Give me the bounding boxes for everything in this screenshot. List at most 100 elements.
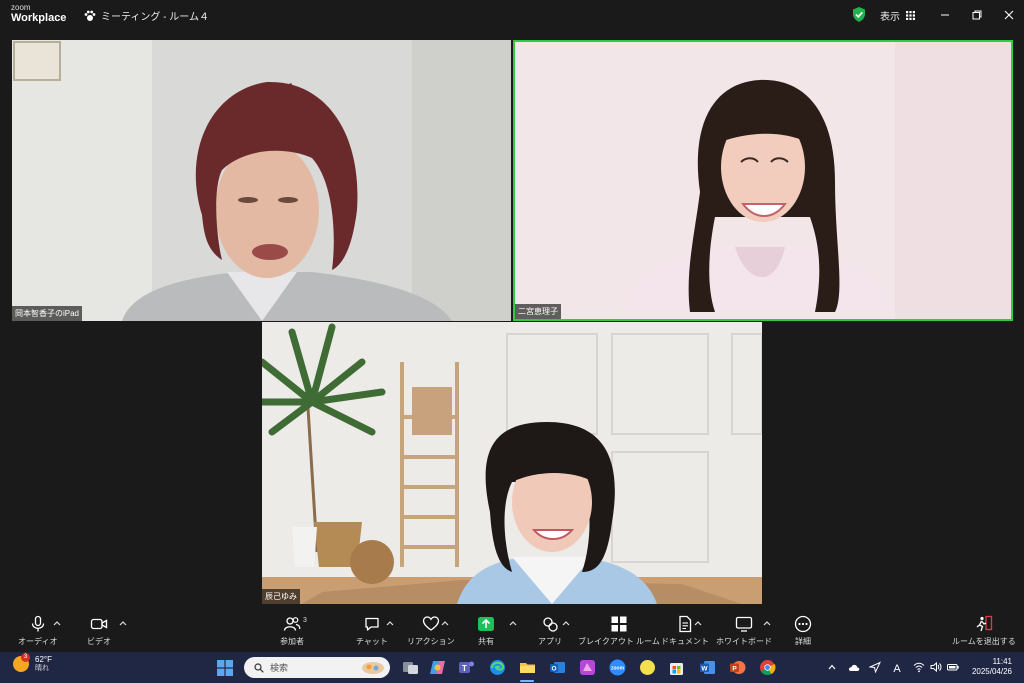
search-highlight-icon xyxy=(362,662,384,674)
apps-icon xyxy=(543,617,558,632)
participants-icon xyxy=(283,617,301,631)
share-screen-icon xyxy=(478,617,494,631)
svg-text:P: P xyxy=(732,665,737,672)
svg-text:W: W xyxy=(701,665,708,672)
document-icon xyxy=(679,615,692,633)
zoom-app-icon[interactable]: zoom xyxy=(609,659,626,676)
volume-icon[interactable] xyxy=(930,661,942,673)
whiteboard-options-caret-icon[interactable] xyxy=(763,620,771,626)
svg-text:zoom: zoom xyxy=(611,666,625,672)
participants-count: 3 xyxy=(303,617,307,624)
clock-time: 11:41 xyxy=(992,657,1012,666)
leave-room-label: ルームを退出する xyxy=(952,637,1016,646)
active-app-indicator xyxy=(520,680,534,682)
weather-sun-icon: 3 xyxy=(13,653,30,673)
participant-2-name: 二宮恵理子 xyxy=(515,304,561,319)
participant-1-video xyxy=(12,40,511,321)
svg-text:T: T xyxy=(462,664,467,673)
leave-room-button[interactable]: ルームを退出する xyxy=(952,615,1016,647)
whiteboard-icon xyxy=(735,616,753,632)
apps-options-caret-icon[interactable] xyxy=(562,620,570,626)
breakout-rooms-button[interactable]: ブレイクアウト ルーム xyxy=(578,615,660,647)
copilot-icon[interactable] xyxy=(429,659,446,676)
video-tile-participant-3[interactable]: 辰己ゆみ xyxy=(262,322,762,604)
battery-icon[interactable] xyxy=(947,661,959,673)
more-label: 詳細 xyxy=(795,637,811,646)
video-button[interactable]: ビデオ xyxy=(87,615,111,647)
svg-text:A: A xyxy=(893,663,901,673)
sticky-notes-icon[interactable] xyxy=(639,659,656,676)
zoom-logo: zoom Workplace xyxy=(11,4,66,24)
breakout-rooms-icon xyxy=(611,616,627,632)
participants-button[interactable]: 参加者 xyxy=(280,615,304,647)
task-view-icon[interactable] xyxy=(402,659,419,676)
participant-3-video xyxy=(262,322,762,604)
chat-button[interactable]: チャット xyxy=(356,615,388,647)
audio-label: オーディオ xyxy=(18,637,58,646)
chat-options-caret-icon[interactable] xyxy=(386,620,394,626)
more-button[interactable]: 詳細 xyxy=(794,615,812,647)
view-label: 表示 xyxy=(880,12,900,23)
heart-icon xyxy=(422,616,439,631)
video-tile-participant-1[interactable]: 岡本智香子のiPad xyxy=(12,40,511,321)
taskbar-clock[interactable]: 11:41 2025/04/26 xyxy=(966,657,1012,677)
powerpoint-icon[interactable]: P xyxy=(729,659,746,676)
paw-icon xyxy=(84,10,96,21)
input-language-icon[interactable]: A xyxy=(891,661,903,673)
windows-start-icon[interactable] xyxy=(217,660,233,676)
wifi-icon[interactable] xyxy=(913,661,925,673)
logo-zoom-text: zoom xyxy=(11,3,31,12)
security-shield-icon[interactable] xyxy=(852,7,866,22)
close-button[interactable] xyxy=(1000,6,1018,24)
participant-3-name: 辰己ゆみ xyxy=(262,589,300,604)
search-icon xyxy=(254,662,264,673)
edge-browser-icon[interactable] xyxy=(489,659,506,676)
reactions-options-caret-icon[interactable] xyxy=(441,620,449,626)
meeting-title: ミーティング - ルーム４ xyxy=(84,8,209,23)
close-icon xyxy=(1004,10,1014,20)
teams-icon[interactable]: T xyxy=(458,659,475,676)
search-placeholder: 検索 xyxy=(270,663,289,673)
whiteboard-label: ホワイトボード xyxy=(716,637,772,646)
clock-date: 2025/04/26 xyxy=(971,667,1012,676)
onedrive-cloud-icon[interactable] xyxy=(848,661,860,673)
microsoft-store-icon[interactable] xyxy=(668,659,685,676)
participant-1-name: 岡本智香子のiPad xyxy=(12,306,83,321)
weather-widget[interactable]: 3 62°F 晴れ xyxy=(13,653,52,673)
location-icon[interactable] xyxy=(869,661,881,673)
grid-icon xyxy=(906,11,915,20)
show-hidden-icons-chevron-icon[interactable] xyxy=(828,661,836,673)
minimize-button[interactable] xyxy=(936,6,954,24)
restore-button[interactable] xyxy=(968,6,986,24)
participants-label: 参加者 xyxy=(280,637,304,646)
file-explorer-icon[interactable] xyxy=(519,659,536,676)
audio-options-caret-icon[interactable] xyxy=(53,620,61,626)
video-tile-participant-2[interactable]: 二宮恵理子 xyxy=(513,40,1013,321)
taskbar-search-box[interactable]: 検索 xyxy=(244,657,390,678)
restore-icon xyxy=(972,10,982,20)
apps-button[interactable]: アプリ xyxy=(538,615,562,647)
chrome-icon[interactable] xyxy=(759,659,776,676)
microphone-icon xyxy=(31,615,44,632)
word-icon[interactable]: W xyxy=(699,659,716,676)
view-button[interactable]: 表示 xyxy=(880,8,915,23)
share-button[interactable]: 共有 xyxy=(477,615,495,647)
audio-button[interactable]: オーディオ xyxy=(18,615,57,647)
chat-label: チャット xyxy=(356,637,388,646)
chat-bubble-icon xyxy=(365,617,379,631)
apps-label: アプリ xyxy=(538,637,562,646)
video-options-caret-icon[interactable] xyxy=(119,620,127,626)
windows-taskbar: 3 62°F 晴れ 検索 T O zoom W P A 11:41 2025/0… xyxy=(0,652,1024,683)
logo-workplace-text: Workplace xyxy=(11,12,67,24)
weather-badge: 3 xyxy=(21,653,30,663)
outlook-icon[interactable]: O xyxy=(549,659,566,676)
docs-options-caret-icon[interactable] xyxy=(694,620,702,626)
share-label: 共有 xyxy=(478,637,494,646)
reactions-label: リアクション xyxy=(407,637,455,646)
weather-temperature: 62°F xyxy=(35,655,52,664)
meeting-title-text: ミーティング - ルーム４ xyxy=(101,12,209,23)
video-label: ビデオ xyxy=(87,637,111,646)
copilot-365-icon[interactable] xyxy=(579,659,596,676)
weather-condition: 晴れ xyxy=(35,664,49,672)
share-options-caret-icon[interactable] xyxy=(509,620,517,626)
